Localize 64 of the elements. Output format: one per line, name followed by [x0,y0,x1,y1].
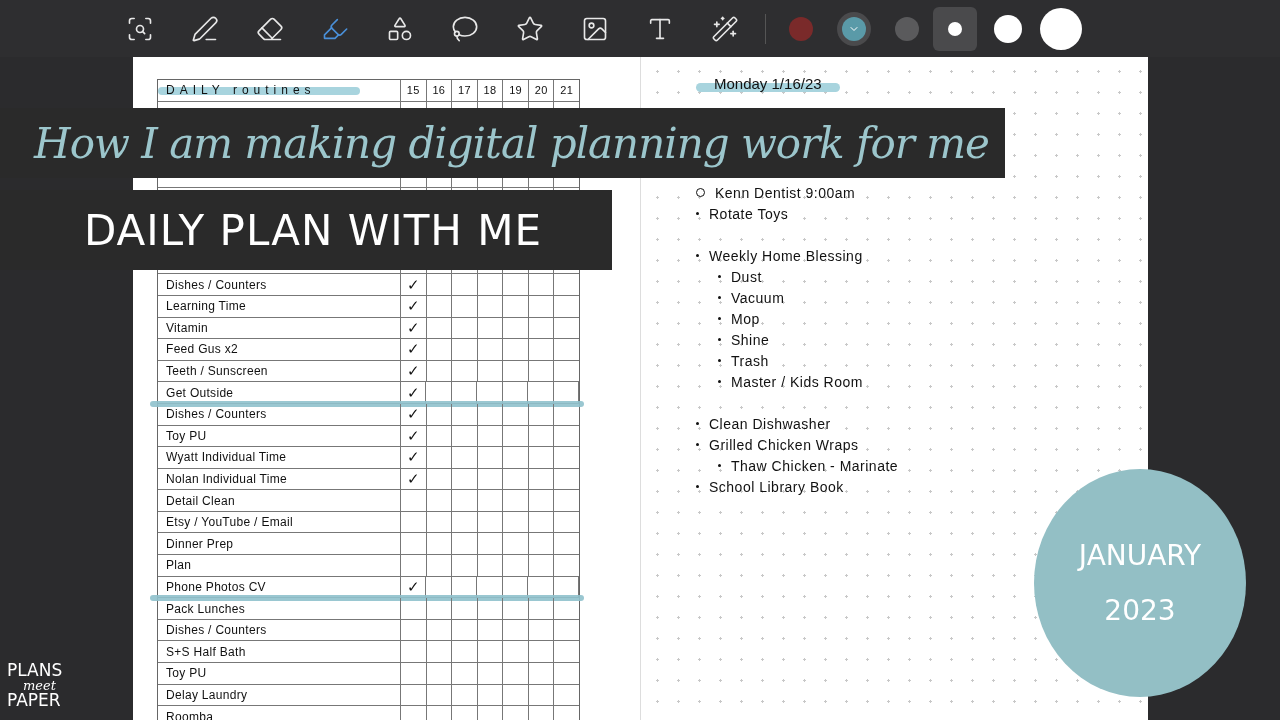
routine-label: Detail Clean [166,493,235,508]
note-text: Kenn Dentist 9:00am [715,184,856,201]
logo-text: PAPER [7,692,62,709]
note-text: Vacuum [731,289,785,306]
routine-label: Dishes / Counters [166,623,267,638]
note-text: Rotate Toys [709,205,789,222]
color-swatch[interactable] [788,16,813,41]
check-mark: ✓ [406,577,420,596]
day-label: 16 [432,84,446,97]
check-mark: ✓ [406,275,420,294]
note-text: Trash [731,352,769,369]
note-text: Master / Kids Room [731,373,863,390]
routine-label: Learning Time [166,299,246,314]
routine-label: Toy PU [166,428,207,443]
check-mark: ✓ [406,362,420,380]
badge-year: 2023 [1104,594,1176,627]
note-text: Weekly Home Blessing [709,247,863,264]
note-text: Dust [731,268,762,285]
routine-label: Etsy / YouTube / Email [166,515,293,530]
day-label: 21 [560,84,574,97]
routine-label: Dishes / Counters [166,277,267,292]
day-label: 19 [509,84,522,97]
note-text: School Library Book [709,478,844,495]
logo-text: PLANS [7,662,63,679]
check-mark: ✓ [406,318,420,337]
date-heading: Monday 1/16/23 [714,75,822,92]
day-label: 18 [483,84,497,97]
routine-label: Feed Gus x2 [166,342,238,357]
banner-subtitle: DAILY PLAN WITH ME [83,205,542,255]
badge-month: JANUARY [1078,539,1202,572]
routine-label: Vitamin [166,320,208,335]
color-swatch[interactable] [894,16,919,41]
note-text: Thaw Chicken - Marinate [731,457,899,474]
check-mark: ✓ [406,448,420,467]
check-mark: ✓ [406,383,420,402]
routine-label: Teeth / Sunscreen [166,364,268,378]
day-label: 15 [406,84,420,97]
routine-label: Dishes / Counters [166,407,267,422]
routine-label: Phone Photos CV [166,579,266,594]
banner-title: How I am making digital planning work for me [32,118,989,168]
day-label: 17 [458,84,471,97]
note-text: Shine [731,331,770,348]
check-mark: ✓ [406,426,420,445]
routine-label: Dinner Prep [166,536,234,551]
routine-label: Wyatt Individual Time [166,450,287,465]
check-mark: ✓ [406,405,420,424]
note-text: Mop [731,310,760,327]
table-title: DAILY routines [166,83,316,98]
check-mark: ✓ [406,297,420,316]
check-mark: ✓ [406,470,420,488]
routine-label: Nolan Individual Time [166,472,288,486]
routine-label: S+S Half Bath [166,644,246,659]
pen-size-button[interactable] [933,6,977,51]
routine-label: Get Outside [166,385,234,400]
routine-label: Delay Laundry [166,687,248,702]
routine-label: Toy PU [166,666,207,681]
day-label: 20 [534,84,548,97]
routine-label: Pack Lunches [166,601,245,616]
routine-label: Roomba [166,709,214,720]
check-mark: ✓ [406,340,420,359]
note-text: Clean Dishwasher [709,415,831,432]
routine-label: Plan [166,558,192,573]
note-text: Grilled Chicken Wraps [709,436,859,453]
logo-text: meet [22,679,57,692]
